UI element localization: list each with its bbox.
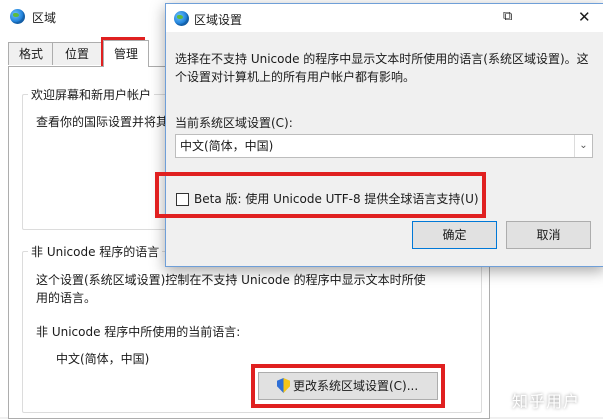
chevron-down-icon[interactable]: ⌄ bbox=[574, 135, 592, 157]
uac-shield-icon bbox=[277, 378, 290, 393]
change-system-locale-label: 更改系统区域设置(C)... bbox=[293, 379, 419, 393]
welcome-group-legend: 欢迎屏幕和新用户帐户 bbox=[28, 86, 155, 103]
globe-icon bbox=[174, 11, 189, 26]
globe-icon bbox=[10, 9, 25, 24]
locale-select[interactable]: 中文(简体，中国) ⌄ bbox=[175, 134, 593, 158]
window-title: 区域 bbox=[32, 11, 57, 25]
welcome-group-text: 查看你的国际设置并将其 bbox=[36, 115, 169, 129]
beta-utf8-label[interactable]: Beta 版: 使用 Unicode UTF-8 提供全球语言支持(U) bbox=[194, 190, 479, 207]
region-settings-dialog: 区域设置 ⧉ ✕ 选择在不支持 Unicode 的程序中显示文本时所使用的语言(… bbox=[155, 3, 603, 267]
unicode-description-line1: 这个设置(系统区域设置)控制在不支持 Unicode 的程序中显示文本时所使 bbox=[36, 273, 426, 287]
dialog-description-line1: 选择在不支持 Unicode 的程序中显示文本时所使用的语言(系统区域设置)。这 bbox=[175, 52, 589, 66]
unicode-description-line2: 用的语言。 bbox=[36, 291, 97, 305]
unicode-group-legend: 非 Unicode 程序的语言 bbox=[28, 243, 163, 260]
dialog-title: 区域设置 bbox=[194, 13, 243, 27]
snap-icon[interactable]: ⧉ bbox=[503, 9, 512, 24]
tab-location[interactable]: 位置 bbox=[52, 42, 102, 65]
watermark: 知乎用户 bbox=[512, 392, 581, 411]
ok-button[interactable]: 确定 bbox=[412, 221, 497, 249]
current-language-value: 中文(简体，中国) bbox=[56, 352, 150, 366]
locale-select-value: 中文(简体，中国) bbox=[180, 139, 274, 153]
dialog-description-line2: 个设置对计算机上的所有用户帐户都有影响。 bbox=[175, 70, 416, 84]
change-system-locale-button[interactable]: 更改系统区域设置(C)... bbox=[258, 372, 438, 400]
beta-utf8-checkbox[interactable] bbox=[176, 193, 189, 206]
dialog-titlebar: 区域设置 ⧉ ✕ bbox=[166, 4, 603, 32]
locale-select-label: 当前系统区域设置(C): bbox=[175, 116, 293, 130]
close-icon[interactable]: ✕ bbox=[578, 8, 591, 26]
current-language-label: 非 Unicode 程序中所使用的当前语言: bbox=[36, 325, 241, 339]
tab-format[interactable]: 格式 bbox=[8, 42, 54, 65]
tab-administrative[interactable]: 管理 bbox=[103, 40, 149, 67]
cancel-button[interactable]: 取消 bbox=[506, 221, 591, 249]
